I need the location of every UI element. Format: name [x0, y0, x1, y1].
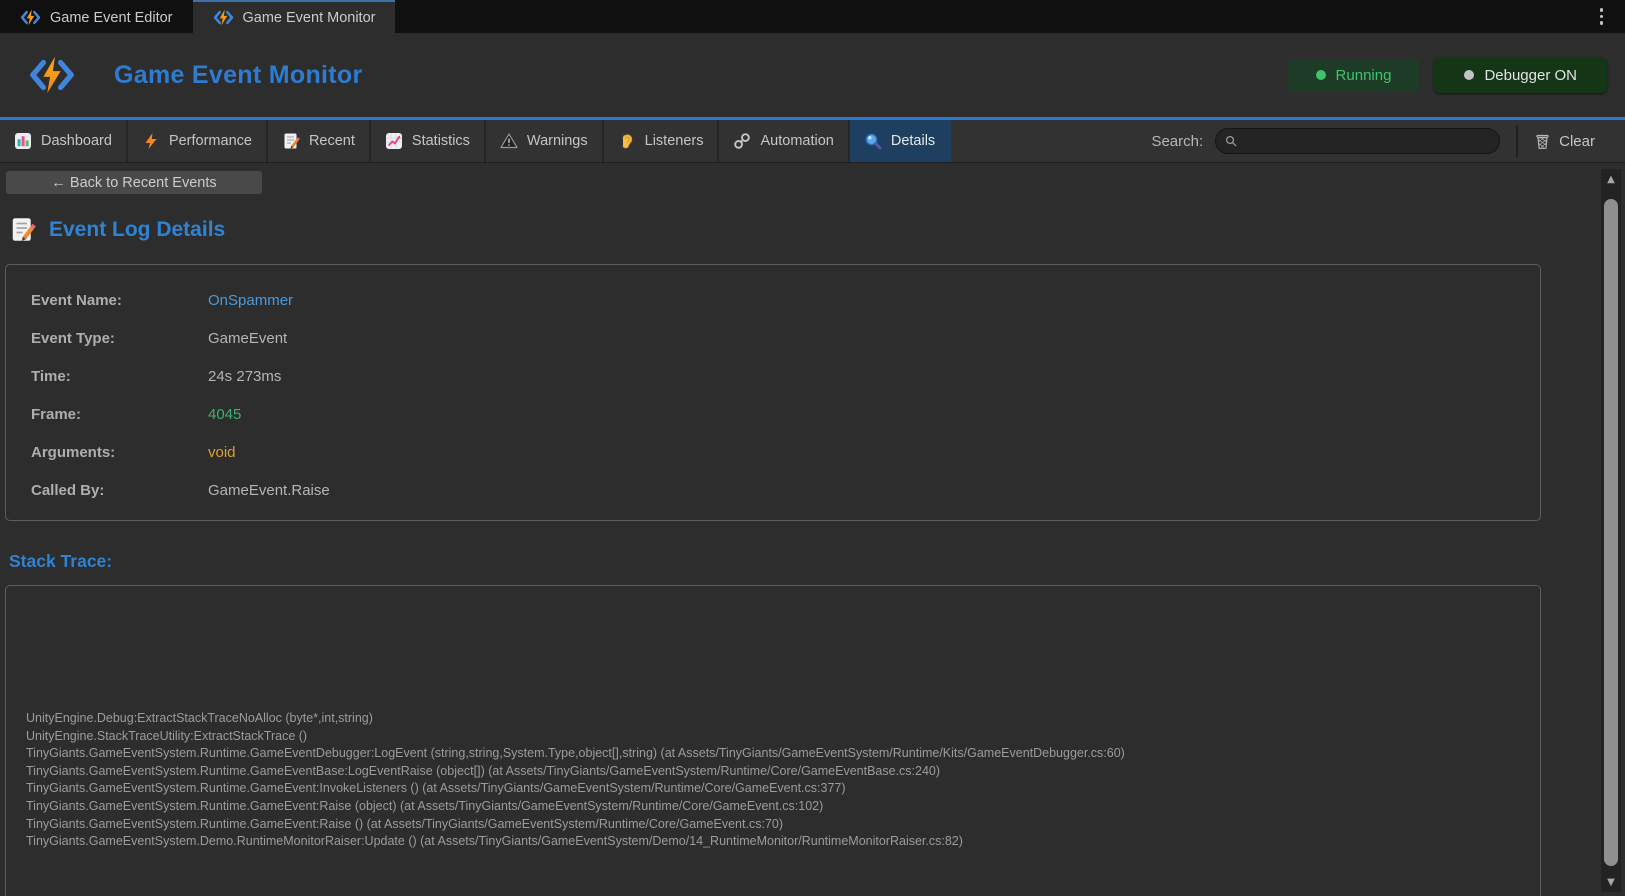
tab-label: Recent: [309, 133, 355, 149]
field-label: Time:: [31, 368, 208, 385]
field-value: void: [208, 444, 236, 461]
tab-label: Game Event Editor: [50, 10, 173, 26]
field-label: Event Name:: [31, 292, 208, 309]
clear-label: Clear: [1559, 133, 1595, 150]
search-icon: [1225, 135, 1237, 147]
stack-trace-line: TinyGiants.GameEventSystem.Runtime.GameE…: [26, 745, 1540, 763]
stack-trace-line: UnityEngine.StackTraceUtility:ExtractSta…: [26, 728, 1540, 746]
field-row-frame: Frame: 4045: [31, 395, 1540, 433]
running-status-badge: Running: [1288, 59, 1420, 92]
scroll-up-arrow[interactable]: ▲: [1601, 169, 1621, 189]
vertical-scrollbar[interactable]: ▲ ▼: [1601, 169, 1621, 892]
stack-trace-line: UnityEngine.Debug:ExtractStackTraceNoAll…: [26, 710, 1540, 728]
event-log-details-heading: Event Log Details: [9, 216, 1625, 243]
heading-label: Event Log Details: [49, 218, 225, 242]
field-row-arguments: Arguments: void: [31, 433, 1540, 471]
tab-label: Game Event Monitor: [243, 10, 376, 26]
stack-trace-line: TinyGiants.GameEventSystem.Runtime.GameE…: [26, 763, 1540, 781]
running-label: Running: [1336, 67, 1392, 84]
tab-listeners[interactable]: Listeners: [604, 120, 720, 162]
editor-tab-bar: Game Event Editor Game Event Monitor: [0, 0, 1625, 33]
tab-recent[interactable]: Recent: [268, 120, 371, 162]
field-value: GameEvent: [208, 330, 287, 347]
back-to-recent-button[interactable]: ← Back to Recent Events: [6, 171, 262, 194]
tab-game-event-monitor[interactable]: Game Event Monitor: [193, 0, 396, 33]
field-value: GameEvent.Raise: [208, 482, 330, 499]
memo-icon: [9, 216, 36, 243]
tab-label: Performance: [169, 133, 252, 149]
tab-game-event-editor[interactable]: Game Event Editor: [0, 0, 193, 33]
bar-chart-icon: [14, 132, 32, 150]
field-label: Frame:: [31, 406, 208, 423]
header: Game Event Monitor Running Debugger ON: [0, 33, 1625, 120]
gray-dot-icon: [1464, 70, 1474, 80]
chart-up-icon: [385, 132, 403, 150]
tab-statistics[interactable]: Statistics: [371, 120, 486, 162]
tab-label: Statistics: [412, 133, 470, 149]
search-input[interactable]: [1216, 129, 1499, 153]
event-info-box: Event Name: OnSpammer Event Type: GameEv…: [5, 264, 1541, 521]
tab-performance[interactable]: Performance: [128, 120, 268, 162]
stack-trace-line: TinyGiants.GameEventSystem.Runtime.GameE…: [26, 780, 1540, 798]
field-label: Arguments:: [31, 444, 208, 461]
field-value: 4045: [208, 406, 241, 423]
magnifier-icon: [864, 132, 882, 150]
search-label: Search:: [1151, 133, 1203, 150]
search-field[interactable]: [1215, 128, 1500, 154]
link-icon: [733, 132, 751, 150]
stack-trace-heading: Stack Trace:: [9, 551, 1625, 572]
details-panel: ← Back to Recent Events Event Log Detail…: [0, 163, 1625, 896]
scrollbar-thumb[interactable]: [1604, 199, 1618, 866]
tab-label: Automation: [760, 133, 833, 149]
tab-label: Warnings: [527, 133, 588, 149]
field-label: Event Type:: [31, 330, 208, 347]
stack-trace-line: TinyGiants.GameEventSystem.Runtime.GameE…: [26, 816, 1540, 834]
debugger-label: Debugger ON: [1484, 67, 1577, 84]
field-row-time: Time: 24s 273ms: [31, 357, 1540, 395]
stack-trace-line: TinyGiants.GameEventSystem.Runtime.GameE…: [26, 798, 1540, 816]
field-row-event-type: Event Type: GameEvent: [31, 319, 1540, 357]
trash-icon: [1534, 133, 1551, 150]
green-dot-icon: [1316, 70, 1326, 80]
monitor-toolbar: Dashboard Performance: [0, 120, 1625, 163]
scroll-down-arrow[interactable]: ▼: [1601, 872, 1621, 892]
field-row-called-by: Called By: GameEvent.Raise: [31, 471, 1540, 509]
memo-icon: [282, 132, 300, 150]
ear-icon: [618, 132, 636, 150]
tab-details[interactable]: Details: [850, 120, 951, 162]
game-event-monitor-window: Game Event Editor Game Event Monitor Gam…: [0, 0, 1625, 896]
tab-label: Dashboard: [41, 133, 112, 149]
field-value: 24s 273ms: [208, 368, 281, 385]
tab-label: Listeners: [645, 133, 704, 149]
warning-icon: [500, 132, 518, 150]
stack-trace-line: TinyGiants.GameEventSystem.Demo.RuntimeM…: [26, 833, 1540, 851]
page-title: Game Event Monitor: [114, 61, 363, 90]
field-row-event-name: Event Name: OnSpammer: [31, 281, 1540, 319]
bolt-logo-icon: [20, 9, 41, 26]
field-value: OnSpammer: [208, 292, 293, 309]
stack-trace-box: UnityEngine.Debug:ExtractStackTraceNoAll…: [5, 585, 1541, 896]
clear-button[interactable]: Clear: [1522, 120, 1625, 162]
tab-dashboard[interactable]: Dashboard: [0, 120, 128, 162]
lightning-icon: [142, 132, 160, 150]
tab-label: Details: [891, 133, 935, 149]
bolt-logo-icon: [28, 55, 76, 95]
toolbar-divider: [1516, 125, 1518, 157]
tab-automation[interactable]: Automation: [719, 120, 849, 162]
kebab-menu-icon[interactable]: [1594, 0, 1610, 33]
field-label: Called By:: [31, 482, 208, 499]
debugger-toggle-button[interactable]: Debugger ON: [1434, 58, 1607, 93]
tab-warnings[interactable]: Warnings: [486, 120, 604, 162]
bolt-logo-icon: [213, 9, 234, 26]
